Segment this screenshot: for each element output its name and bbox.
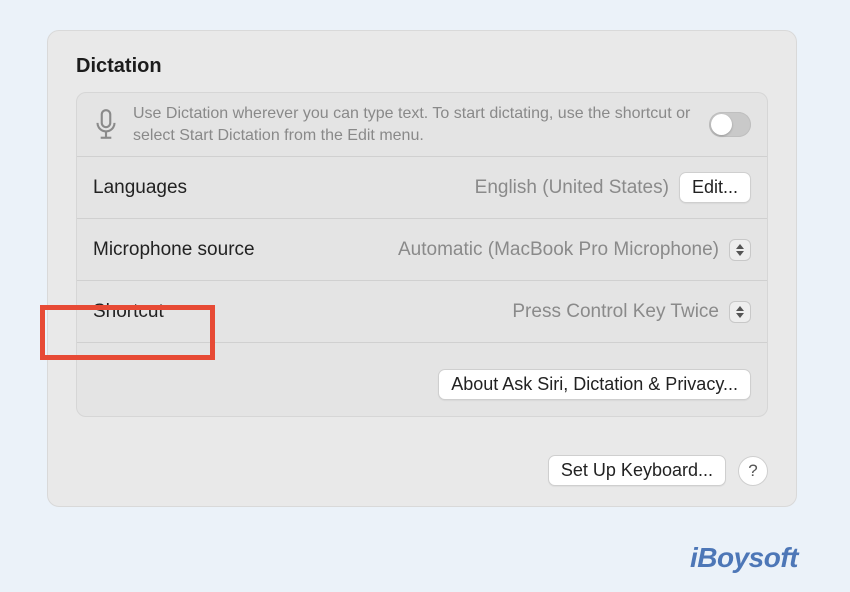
languages-row: Languages English (United States) Edit..…	[77, 156, 767, 218]
dictation-panel: Dictation Use Dictation wherever you can…	[47, 30, 797, 507]
microphone-select-stepper[interactable]	[729, 239, 751, 261]
microphone-icon	[93, 108, 119, 142]
shortcut-value: Press Control Key Twice	[512, 301, 719, 323]
dictation-description-text: Use Dictation wherever you can type text…	[133, 103, 695, 146]
shortcut-select-stepper[interactable]	[729, 301, 751, 323]
microphone-row: Microphone source Automatic (MacBook Pro…	[77, 218, 767, 280]
languages-value: English (United States)	[475, 177, 669, 199]
languages-edit-button[interactable]: Edit...	[679, 172, 751, 203]
dictation-description-row: Use Dictation wherever you can type text…	[77, 93, 767, 156]
shortcut-label: Shortcut	[93, 301, 164, 323]
setup-keyboard-button[interactable]: Set Up Keyboard...	[548, 455, 726, 486]
help-button[interactable]: ?	[738, 456, 768, 486]
microphone-label: Microphone source	[93, 239, 255, 261]
languages-label: Languages	[93, 177, 187, 199]
footer: Set Up Keyboard... ?	[76, 455, 768, 486]
privacy-row: About Ask Siri, Dictation & Privacy...	[77, 342, 767, 416]
dictation-toggle[interactable]	[709, 112, 751, 137]
settings-group: Use Dictation wherever you can type text…	[76, 92, 768, 417]
panel-title: Dictation	[76, 55, 768, 78]
shortcut-row: Shortcut Press Control Key Twice	[77, 280, 767, 342]
privacy-button[interactable]: About Ask Siri, Dictation & Privacy...	[438, 369, 751, 400]
microphone-value: Automatic (MacBook Pro Microphone)	[398, 239, 719, 261]
watermark-logo: iBoysoft	[690, 542, 798, 574]
